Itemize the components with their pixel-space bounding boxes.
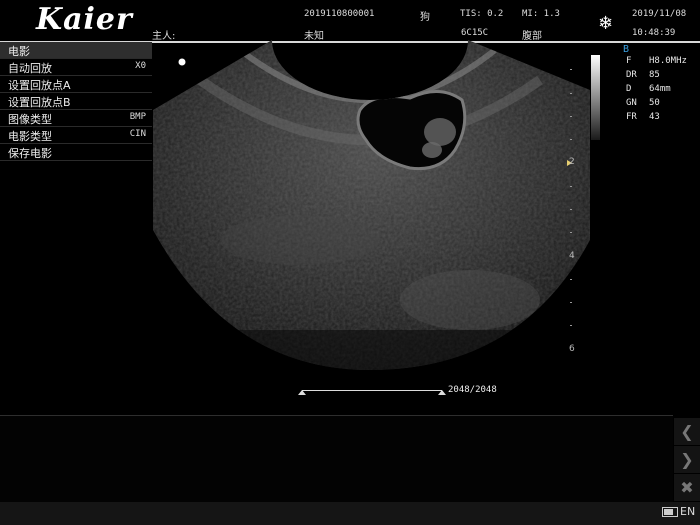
status-bar <box>0 502 700 525</box>
scan-sector <box>153 40 590 370</box>
param-value: 50 <box>649 98 660 108</box>
depth-label: 4 <box>569 251 575 261</box>
language-label: EN <box>680 505 696 518</box>
param-row: GN 50 <box>618 98 698 112</box>
param-row: FR 43 <box>618 112 698 126</box>
param-value: 64mm <box>649 84 671 94</box>
close-icon[interactable]: ✖ <box>674 474 700 501</box>
cine-marker-b[interactable] <box>438 390 446 395</box>
param-key: DR <box>626 70 637 80</box>
cine-marker-a[interactable] <box>298 390 306 395</box>
param-value: 85 <box>649 70 660 80</box>
parameter-panel: B F H8.0MHz DR 85 D 64mm GN 50 FR 43 <box>618 44 698 126</box>
param-key: F <box>626 56 632 66</box>
param-value: H8.0MHz <box>649 56 687 66</box>
param-key: D <box>626 84 632 94</box>
bottom-panel <box>0 415 673 503</box>
param-value: 43 <box>649 112 660 122</box>
param-row: DR 85 <box>618 70 698 84</box>
chevron-left-icon[interactable]: ❮ <box>674 418 700 445</box>
grayscale-bar <box>591 55 600 140</box>
depth-label: 6 <box>569 344 575 354</box>
orientation-marker <box>178 58 186 66</box>
param-key: GN <box>626 98 637 108</box>
language-indicator[interactable]: EN <box>662 505 695 518</box>
frame-counter: 2048/2048 <box>448 385 497 395</box>
cine-track <box>302 390 442 391</box>
depth-label: 2 <box>569 157 575 167</box>
imaging-mode: B <box>623 44 630 55</box>
chevron-right-icon[interactable]: ❯ <box>674 446 700 473</box>
param-key: FR <box>626 112 637 122</box>
keyboard-icon <box>662 507 678 517</box>
param-row: D 64mm <box>618 84 698 98</box>
param-row: F H8.0MHz <box>618 56 698 70</box>
